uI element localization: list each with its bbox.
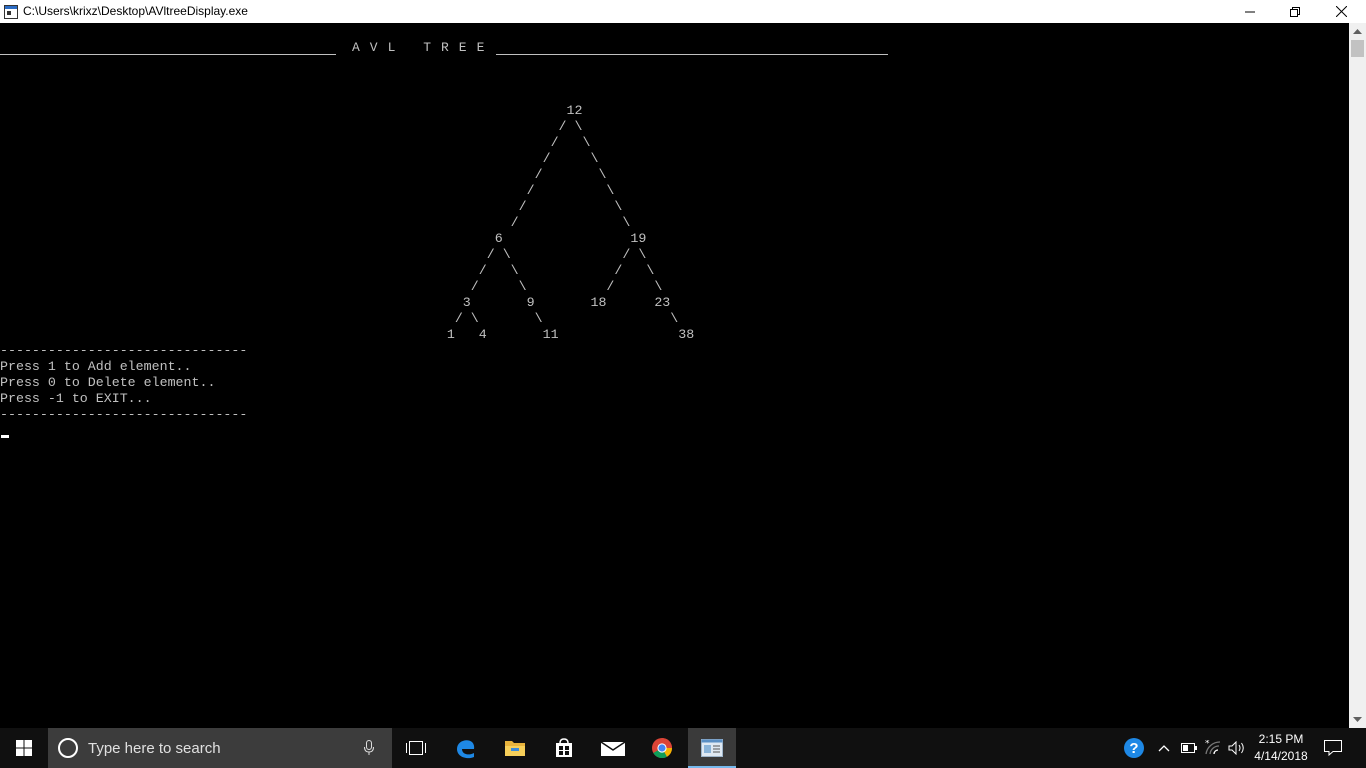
edge-button[interactable] xyxy=(442,728,490,768)
console-window-icon xyxy=(701,739,723,757)
help-tray-button[interactable]: ? xyxy=(1120,728,1148,768)
microphone-icon xyxy=(364,740,374,755)
network-tray-button[interactable]: * xyxy=(1202,728,1224,768)
store-icon xyxy=(556,738,572,757)
restore-icon xyxy=(1290,6,1300,17)
clock-time: 2:15 PM xyxy=(1258,732,1304,746)
console-output[interactable]: AVL TREE 12 / \ / \ / \ / \ / \ / \ / \ … xyxy=(0,23,1349,728)
wifi-icon: * xyxy=(1205,740,1221,755)
clock-date: 4/14/2018 xyxy=(1254,749,1308,763)
task-view-button[interactable] xyxy=(392,728,440,768)
scroll-down-button[interactable] xyxy=(1349,711,1366,728)
file-explorer-button[interactable] xyxy=(491,728,539,768)
scroll-thumb[interactable] xyxy=(1351,40,1364,57)
windows-start-icon xyxy=(16,740,32,756)
text-cursor xyxy=(1,435,9,438)
console-text: 12 / \ / \ / \ / \ / \ / \ / \ 6 19 / \ … xyxy=(0,103,695,422)
window-title: C:\Users\krixz\Desktop\AVltreeDisplay.ex… xyxy=(23,4,248,18)
mail-icon xyxy=(601,741,625,756)
taskbar-clock[interactable]: 2:15 PM 4/14/2018 xyxy=(1250,731,1312,765)
battery-icon xyxy=(1181,743,1197,753)
search-placeholder: Type here to search xyxy=(88,740,221,757)
action-center-button[interactable] xyxy=(1318,728,1348,768)
chrome-icon xyxy=(652,738,673,759)
file-explorer-icon xyxy=(505,741,525,756)
console-app-icon xyxy=(4,5,18,19)
notification-icon xyxy=(1324,740,1342,756)
scroll-down-icon xyxy=(1353,717,1362,722)
cortana-icon xyxy=(58,738,78,758)
close-icon xyxy=(1335,6,1347,17)
console-taskbar-button[interactable] xyxy=(688,728,736,768)
start-button[interactable] xyxy=(0,728,48,768)
svg-text:*: * xyxy=(1205,740,1210,749)
scroll-up-button[interactable] xyxy=(1349,23,1366,40)
window-title-bar[interactable]: C:\Users\krixz\Desktop\AVltreeDisplay.ex… xyxy=(0,0,1366,23)
volume-tray-button[interactable] xyxy=(1226,728,1248,768)
volume-icon xyxy=(1228,741,1244,755)
chevron-up-icon xyxy=(1158,745,1170,752)
chrome-button[interactable] xyxy=(638,728,686,768)
restore-button[interactable] xyxy=(1272,0,1318,23)
minimize-icon xyxy=(1245,11,1255,12)
battery-tray-button[interactable] xyxy=(1178,728,1200,768)
vertical-scrollbar[interactable] xyxy=(1349,23,1366,728)
edge-icon xyxy=(457,740,475,759)
mail-button[interactable] xyxy=(589,728,637,768)
scroll-up-icon xyxy=(1353,29,1362,34)
task-view-icon xyxy=(406,741,426,755)
taskbar: Type here to search ? * 2:15 PM 4/14/201… xyxy=(0,728,1366,768)
minimize-button[interactable] xyxy=(1227,0,1273,23)
help-icon: ? xyxy=(1124,738,1144,758)
taskbar-search[interactable]: Type here to search xyxy=(48,728,392,768)
store-button[interactable] xyxy=(540,728,588,768)
close-button[interactable] xyxy=(1318,0,1364,23)
svg-text:?: ? xyxy=(1129,740,1138,757)
show-hidden-icons-button[interactable] xyxy=(1154,728,1174,768)
